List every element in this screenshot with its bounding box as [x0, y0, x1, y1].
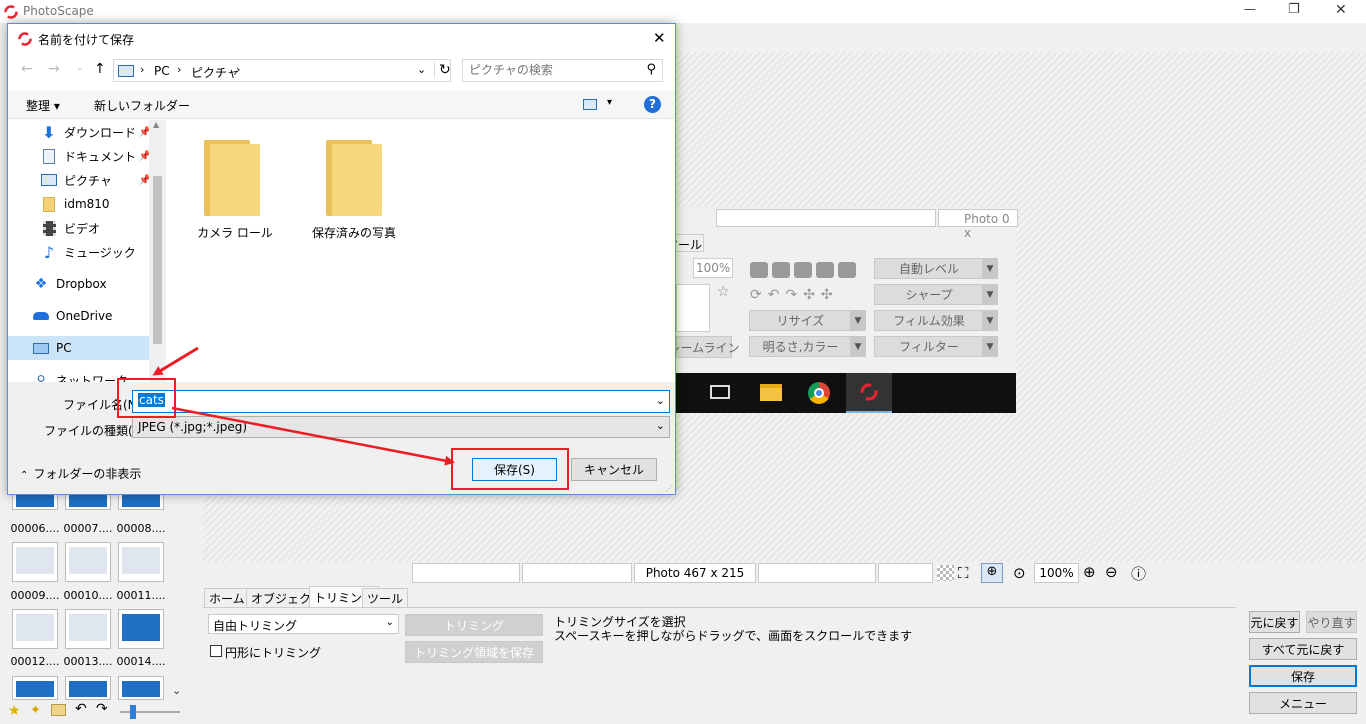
annotation-arrow-to-filename	[152, 346, 199, 376]
annotation-arrow-to-save	[171, 406, 455, 466]
annotation-arrows	[152, 346, 455, 466]
